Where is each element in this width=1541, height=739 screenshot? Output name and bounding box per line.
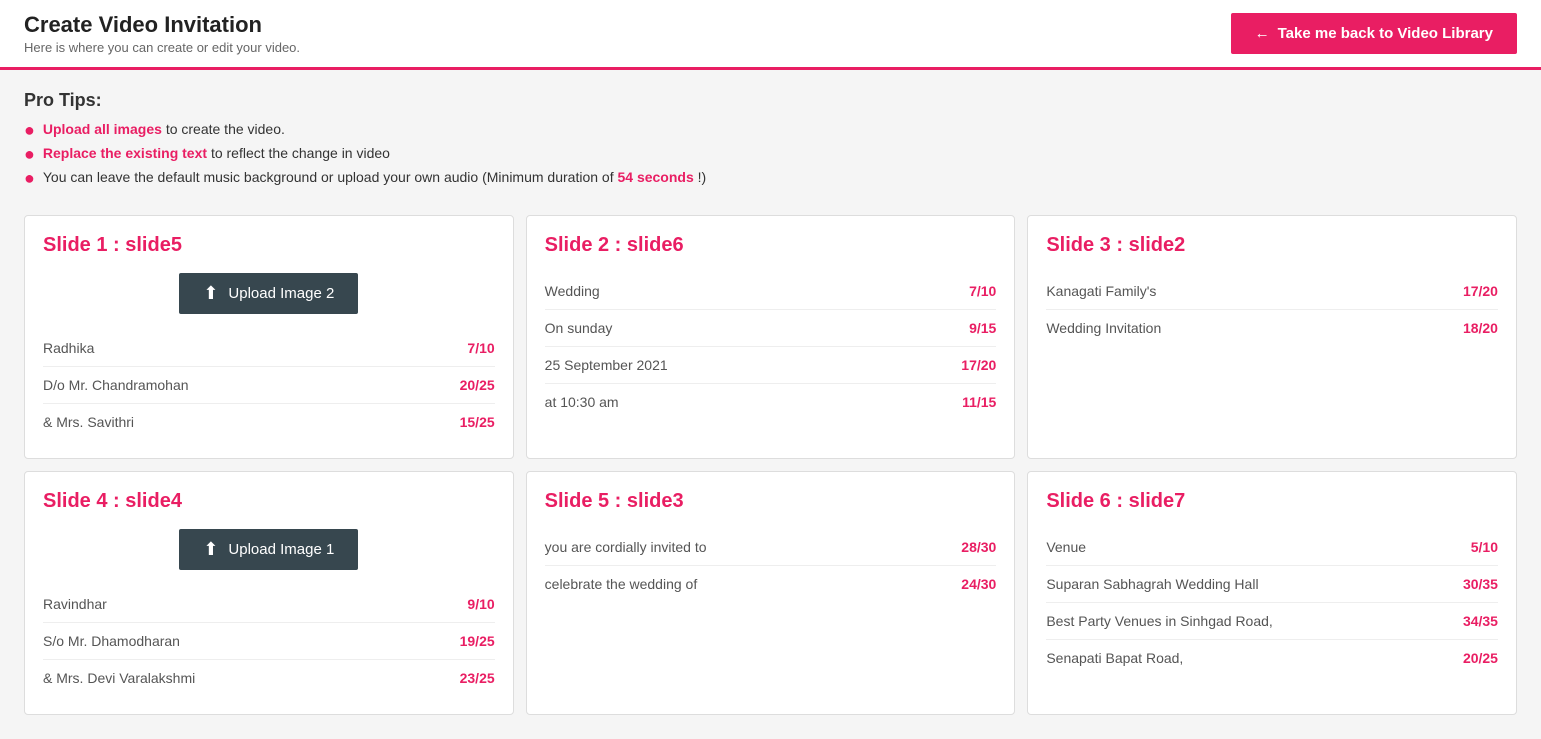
pro-tip-2-text: Replace the existing text to reflect the… — [43, 145, 390, 161]
field-row-slide2-0: Wedding 7/10 — [545, 273, 997, 310]
field-row-slide4-2: & Mrs. Devi Varalakshmi 23/25 — [43, 660, 495, 696]
field-count-slide6-1: 30/35 — [1463, 576, 1498, 592]
field-count-slide4-0: 9/10 — [467, 596, 494, 612]
bullet-icon-3: ● — [24, 169, 35, 187]
pro-tip-1-text: Upload all images to create the video. — [43, 121, 285, 137]
pro-tip-1-rest: to create the video. — [166, 121, 285, 137]
page-subtitle: Here is where you can create or edit you… — [24, 40, 300, 55]
upload-button-slide4[interactable]: ⬆ Upload Image 1 — [179, 529, 358, 570]
slide-title-slide4: Slide 4 : slide4 — [43, 490, 495, 513]
field-label-slide1-0: Radhika — [43, 340, 94, 356]
field-count-slide3-1: 18/20 — [1463, 320, 1498, 336]
back-button[interactable]: ← Take me back to Video Library — [1231, 13, 1517, 54]
pro-tips-title: Pro Tips: — [24, 90, 1517, 111]
pro-tip-1-highlight: Upload all images — [43, 121, 162, 137]
field-count-slide1-0: 7/10 — [467, 340, 494, 356]
field-row-slide3-0: Kanagati Family's 17/20 — [1046, 273, 1498, 310]
pro-tip-2-highlight: Replace the existing text — [43, 145, 207, 161]
field-count-slide2-1: 9/15 — [969, 320, 996, 336]
field-label-slide3-0: Kanagati Family's — [1046, 283, 1156, 299]
field-label-slide2-2: 25 September 2021 — [545, 357, 668, 373]
pro-tip-3-highlight: 54 seconds — [617, 169, 693, 185]
field-label-slide4-0: Ravindhar — [43, 596, 107, 612]
back-arrow-icon: ← — [1255, 25, 1270, 42]
field-row-slide4-0: Ravindhar 9/10 — [43, 586, 495, 623]
field-label-slide3-1: Wedding Invitation — [1046, 320, 1161, 336]
upload-button-slide1[interactable]: ⬆ Upload Image 2 — [179, 273, 358, 314]
upload-label-slide4: Upload Image 1 — [228, 541, 334, 558]
slide-title-slide5: Slide 5 : slide3 — [545, 490, 997, 513]
field-label-slide6-0: Venue — [1046, 539, 1086, 555]
bullet-icon-2: ● — [24, 145, 35, 163]
field-label-slide6-3: Senapati Bapat Road, — [1046, 650, 1183, 666]
pro-tip-3: ● You can leave the default music backgr… — [24, 169, 1517, 187]
field-count-slide6-3: 20/25 — [1463, 650, 1498, 666]
pro-tip-1: ● Upload all images to create the video. — [24, 121, 1517, 139]
field-count-slide2-3: 11/15 — [962, 394, 996, 410]
bullet-icon-1: ● — [24, 121, 35, 139]
slide-card-slide4: Slide 4 : slide4 ⬆ Upload Image 1 Ravind… — [24, 471, 514, 715]
field-row-slide2-3: at 10:30 am 11/15 — [545, 384, 997, 420]
field-count-slide4-2: 23/25 — [460, 670, 495, 686]
slide-card-slide5: Slide 5 : slide3 you are cordially invit… — [526, 471, 1016, 715]
header-left: Create Video Invitation Here is where yo… — [24, 12, 300, 55]
field-row-slide5-1: celebrate the wedding of 24/30 — [545, 566, 997, 602]
pro-tip-3-text: You can leave the default music backgrou… — [43, 169, 706, 185]
field-row-slide6-1: Suparan Sabhagrah Wedding Hall 30/35 — [1046, 566, 1498, 603]
header: Create Video Invitation Here is where yo… — [0, 0, 1541, 70]
upload-icon-slide1: ⬆ — [203, 283, 218, 304]
pro-tip-2: ● Replace the existing text to reflect t… — [24, 145, 1517, 163]
field-count-slide6-2: 34/35 — [1463, 613, 1498, 629]
field-label-slide4-2: & Mrs. Devi Varalakshmi — [43, 670, 195, 686]
field-row-slide3-1: Wedding Invitation 18/20 — [1046, 310, 1498, 346]
back-button-label: Take me back to Video Library — [1278, 25, 1493, 42]
field-count-slide3-0: 17/20 — [1463, 283, 1498, 299]
field-count-slide5-0: 28/30 — [961, 539, 996, 555]
field-row-slide6-0: Venue 5/10 — [1046, 529, 1498, 566]
slide-title-slide2: Slide 2 : slide6 — [545, 234, 997, 257]
slide-title-slide6: Slide 6 : slide7 — [1046, 490, 1498, 513]
slide-card-slide3: Slide 3 : slide2 Kanagati Family's 17/20… — [1027, 215, 1517, 459]
field-row-slide1-2: & Mrs. Savithri 15/25 — [43, 404, 495, 440]
field-row-slide1-0: Radhika 7/10 — [43, 330, 495, 367]
field-row-slide2-1: On sunday 9/15 — [545, 310, 997, 347]
field-label-slide5-1: celebrate the wedding of — [545, 576, 698, 592]
field-row-slide6-2: Best Party Venues in Sinhgad Road, 34/35 — [1046, 603, 1498, 640]
slide-title-slide1: Slide 1 : slide5 — [43, 234, 495, 257]
pro-tips-list: ● Upload all images to create the video.… — [24, 121, 1517, 187]
field-row-slide2-2: 25 September 2021 17/20 — [545, 347, 997, 384]
field-row-slide5-0: you are cordially invited to 28/30 — [545, 529, 997, 566]
field-count-slide4-1: 19/25 — [460, 633, 495, 649]
slide-card-slide2: Slide 2 : slide6 Wedding 7/10 On sunday … — [526, 215, 1016, 459]
pro-tip-3-suffix: !) — [698, 169, 707, 185]
field-label-slide6-2: Best Party Venues in Sinhgad Road, — [1046, 613, 1272, 629]
field-count-slide2-0: 7/10 — [969, 283, 996, 299]
field-row-slide4-1: S/o Mr. Dhamodharan 19/25 — [43, 623, 495, 660]
pro-tip-3-prefix: You can leave the default music backgrou… — [43, 169, 618, 185]
page-title: Create Video Invitation — [24, 12, 300, 38]
field-label-slide5-0: you are cordially invited to — [545, 539, 707, 555]
field-count-slide1-1: 20/25 — [460, 377, 495, 393]
field-label-slide2-0: Wedding — [545, 283, 600, 299]
slide-title-slide3: Slide 3 : slide2 — [1046, 234, 1498, 257]
slide-card-slide6: Slide 6 : slide7 Venue 5/10 Suparan Sabh… — [1027, 471, 1517, 715]
upload-icon-slide4: ⬆ — [203, 539, 218, 560]
field-label-slide6-1: Suparan Sabhagrah Wedding Hall — [1046, 576, 1258, 592]
slides-grid: Slide 1 : slide5 ⬆ Upload Image 2 Radhik… — [0, 203, 1541, 739]
field-count-slide5-1: 24/30 — [961, 576, 996, 592]
field-row-slide1-1: D/o Mr. Chandramohan 20/25 — [43, 367, 495, 404]
field-label-slide1-2: & Mrs. Savithri — [43, 414, 134, 430]
field-label-slide2-3: at 10:30 am — [545, 394, 619, 410]
field-count-slide6-0: 5/10 — [1471, 539, 1498, 555]
field-count-slide1-2: 15/25 — [460, 414, 495, 430]
field-label-slide1-1: D/o Mr. Chandramohan — [43, 377, 189, 393]
field-count-slide2-2: 17/20 — [961, 357, 996, 373]
pro-tips-section: Pro Tips: ● Upload all images to create … — [0, 70, 1541, 203]
slide-card-slide1: Slide 1 : slide5 ⬆ Upload Image 2 Radhik… — [24, 215, 514, 459]
field-row-slide6-3: Senapati Bapat Road, 20/25 — [1046, 640, 1498, 676]
field-label-slide2-1: On sunday — [545, 320, 613, 336]
upload-label-slide1: Upload Image 2 — [228, 285, 334, 302]
field-label-slide4-1: S/o Mr. Dhamodharan — [43, 633, 180, 649]
pro-tip-2-rest: to reflect the change in video — [211, 145, 390, 161]
